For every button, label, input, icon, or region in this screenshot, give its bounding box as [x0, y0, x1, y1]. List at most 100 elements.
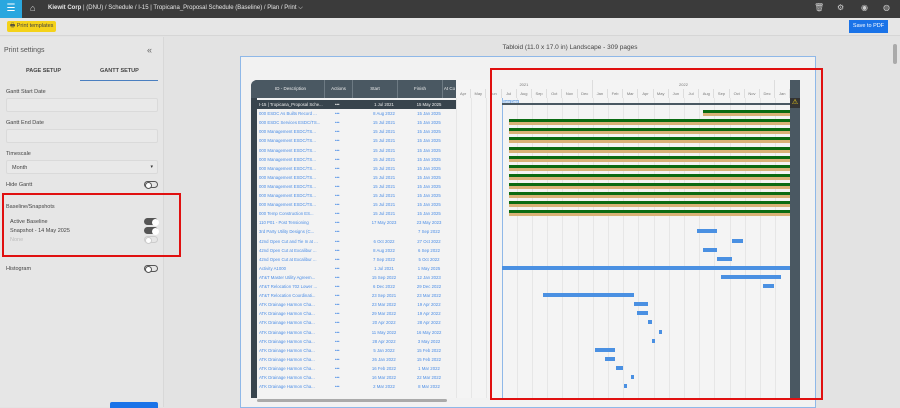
- table-row[interactable]: 000 Management ESDC/TS... ••• 15 Jul 2021 1…: [257, 200, 456, 209]
- table-row[interactable]: ATK Drainage Harmon Cha... ••• 11 May 2022…: [257, 328, 456, 337]
- histogram-toggle[interactable]: [144, 265, 158, 273]
- print-templates-button[interactable]: 🖶 Print templates: [7, 21, 57, 32]
- actions-icon[interactable]: •••: [335, 237, 340, 246]
- actions-icon[interactable]: •••: [335, 246, 340, 255]
- table-horizontal-scrollbar[interactable]: [257, 399, 447, 402]
- cell-description[interactable]: 000 Management ESDC/TS...: [259, 191, 316, 200]
- actions-icon[interactable]: •••: [335, 173, 340, 182]
- table-row[interactable]: 3rd Party Utility Designs (C... ••• 7 Sep …: [257, 227, 456, 236]
- table-row[interactable]: 000 Management ESDC/TS... ••• 15 Jul 2021 1…: [257, 136, 456, 145]
- actions-icon[interactable]: •••: [335, 164, 340, 173]
- cell-description[interactable]: ATK Drainage Harmon Cha...: [259, 318, 315, 327]
- actions-icon[interactable]: •••: [335, 155, 340, 164]
- chevron-down-icon[interactable]: ⌵: [298, 5, 303, 11]
- hamburger-menu-icon[interactable]: ☰: [0, 0, 22, 18]
- cell-description[interactable]: 000 Management ESDC/TS...: [259, 164, 316, 173]
- actions-icon[interactable]: •••: [335, 346, 340, 355]
- actions-icon[interactable]: •••: [335, 109, 340, 118]
- cell-description[interactable]: 000 Management ESDC/TS...: [259, 155, 316, 164]
- cell-description[interactable]: ATK Drainage Harmon Cha...: [259, 382, 315, 391]
- cell-description[interactable]: 000 Management ESDC/TS...: [259, 182, 316, 191]
- cell-description[interactable]: ATK Drainage Harmon Cha...: [259, 300, 315, 309]
- gantt-start-input[interactable]: [6, 98, 158, 112]
- help-icon[interactable]: ◉: [861, 3, 868, 12]
- actions-icon[interactable]: •••: [335, 309, 340, 318]
- actions-icon[interactable]: •••: [335, 209, 340, 218]
- breadcrumb[interactable]: Kiewit Corp | (DNU) / Schedule / I-15 | …: [48, 5, 303, 12]
- col-actions[interactable]: Actions: [325, 80, 353, 98]
- table-row[interactable]: AT&T Relocation Coordinati... ••• 23 Sep 2…: [257, 291, 456, 300]
- cell-description[interactable]: ATK Drainage Harmon Cha...: [259, 355, 315, 364]
- save-to-pdf-button[interactable]: Save to PDF: [849, 20, 888, 33]
- actions-icon[interactable]: •••: [335, 328, 340, 337]
- gear-icon[interactable]: ⚙: [837, 3, 844, 12]
- actions-icon[interactable]: •••: [335, 118, 340, 127]
- actions-icon[interactable]: •••: [335, 127, 340, 136]
- table-row[interactable]: ATK Drainage Harmon Cha... ••• 28 Apr 2022…: [257, 337, 456, 346]
- table-row[interactable]: 000 ESDC Services ESDC/TS... ••• 15 Jul 20…: [257, 118, 456, 127]
- tab-page-setup[interactable]: PAGE SETUP: [26, 68, 61, 74]
- gantt-end-input[interactable]: [6, 129, 158, 143]
- actions-icon[interactable]: •••: [335, 318, 340, 327]
- actions-icon[interactable]: •••: [335, 191, 340, 200]
- cell-description[interactable]: 000 Temp Construction ES...: [259, 209, 314, 218]
- cell-description[interactable]: ATK Drainage Harmon Cha...: [259, 328, 315, 337]
- trash-icon[interactable]: 🗑: [814, 3, 824, 12]
- breadcrumb-org[interactable]: Kiewit Corp: [48, 5, 81, 11]
- table-row[interactable]: 000 Management ESDC/TS... ••• 15 Jul 2021 1…: [257, 191, 456, 200]
- actions-icon[interactable]: •••: [335, 382, 340, 391]
- table-row[interactable]: 000 Temp Construction ES... ••• 15 Jul 202…: [257, 209, 456, 218]
- cell-description[interactable]: 3rd Party Utility Designs (C...: [259, 227, 314, 236]
- cell-description[interactable]: AT&T Master Utility Agreem...: [259, 273, 315, 282]
- cell-description[interactable]: 000 ESDC As Builts Record ...: [259, 109, 317, 118]
- table-row[interactable]: 110 P01 - Post Tensioning ••• 17 May 2023 2…: [257, 218, 456, 227]
- table-row[interactable]: 000 Management ESDC/TS... ••• 15 Jul 2021 1…: [257, 182, 456, 191]
- table-row[interactable]: AT&T Master Utility Agreem... ••• 15 Sep 2…: [257, 273, 456, 282]
- cell-description[interactable]: 000 ESDC Services ESDC/TS...: [259, 118, 320, 127]
- user-icon[interactable]: ◍: [883, 3, 890, 12]
- actions-icon[interactable]: •••: [335, 218, 340, 227]
- table-row[interactable]: 000 Management ESDC/TS... ••• 15 Jul 2021 1…: [257, 155, 456, 164]
- cell-description[interactable]: AT&T Relocation 702 Lower ...: [259, 282, 317, 291]
- table-row[interactable]: 000 Management ESDC/TS... ••• 15 Jul 2021 1…: [257, 173, 456, 182]
- table-row[interactable]: ATK Drainage Harmon Cha... ••• 29 Mar 2022…: [257, 309, 456, 318]
- actions-icon[interactable]: •••: [335, 255, 340, 264]
- cell-description[interactable]: AT&T Relocation Coordinati...: [259, 291, 315, 300]
- cell-description[interactable]: I-15 | Tropicana_Proposal Sche...: [259, 100, 323, 109]
- cell-description[interactable]: Activity A1000: [259, 264, 286, 273]
- table-row[interactable]: 42nd Open Cut at Excalibur ... ••• 7 Sep 2…: [257, 255, 456, 264]
- cell-description[interactable]: 42nd Open Cut at Excalibur ...: [259, 255, 317, 264]
- cell-description[interactable]: 000 Management ESDC/TS...: [259, 173, 316, 182]
- cell-description[interactable]: ATK Drainage Harmon Cha...: [259, 337, 315, 346]
- table-row[interactable]: ATK Drainage Harmon Cha... ••• 5 Jan 2022 1…: [257, 346, 456, 355]
- cell-description[interactable]: ATK Drainage Harmon Cha...: [259, 346, 315, 355]
- col-finish[interactable]: Finish: [398, 80, 443, 98]
- hide-gantt-toggle[interactable]: [144, 181, 158, 189]
- page-vertical-scrollbar[interactable]: [893, 44, 897, 64]
- table-row[interactable]: ATK Drainage Harmon Cha... ••• 23 Mar 2022…: [257, 300, 456, 309]
- actions-icon[interactable]: •••: [335, 282, 340, 291]
- cell-description[interactable]: 110 P01 - Post Tensioning: [259, 218, 309, 227]
- summary-row[interactable]: I-15 | Tropicana_Proposal Sche... ••• 1 Ju…: [257, 100, 456, 109]
- col-description[interactable]: ID - Description: [257, 80, 325, 98]
- collapse-icon[interactable]: «: [147, 45, 152, 55]
- actions-icon[interactable]: •••: [335, 146, 340, 155]
- actions-icon[interactable]: •••: [335, 100, 340, 109]
- table-row[interactable]: 42nd Open Cut at Excalibur ... ••• 8 Aug 2…: [257, 246, 456, 255]
- table-row[interactable]: ATK Drainage Harmon Cha... ••• 26 Jan 2022…: [257, 355, 456, 364]
- cell-description[interactable]: 42nd Open Cut and Tie In at ...: [259, 237, 318, 246]
- cell-description[interactable]: 42nd Open Cut at Excalibur ...: [259, 246, 317, 255]
- actions-icon[interactable]: •••: [335, 291, 340, 300]
- cell-description[interactable]: 000 Management ESDC/TS...: [259, 127, 316, 136]
- actions-icon[interactable]: •••: [335, 300, 340, 309]
- table-row[interactable]: 000 Management ESDC/TS... ••• 15 Jul 2021 1…: [257, 164, 456, 173]
- timescale-select[interactable]: Month ▾: [6, 160, 158, 174]
- table-row[interactable]: ATK Drainage Harmon Cha... ••• 2 Mar 2022 8…: [257, 382, 456, 391]
- actions-icon[interactable]: •••: [335, 136, 340, 145]
- table-row[interactable]: ATK Drainage Harmon Cha... ••• 20 Apr 2022…: [257, 318, 456, 327]
- table-row[interactable]: 000 Management ESDC/TS... ••• 15 Jul 2021 1…: [257, 127, 456, 136]
- table-row[interactable]: ATK Drainage Harmon Cha... ••• 16 Feb 2022…: [257, 364, 456, 373]
- cell-description[interactable]: ATK Drainage Harmon Cha...: [259, 309, 315, 318]
- cell-description[interactable]: 000 Management ESDC/TS...: [259, 146, 316, 155]
- table-row[interactable]: ATK Drainage Harmon Cha... ••• 16 Mar 2022…: [257, 373, 456, 382]
